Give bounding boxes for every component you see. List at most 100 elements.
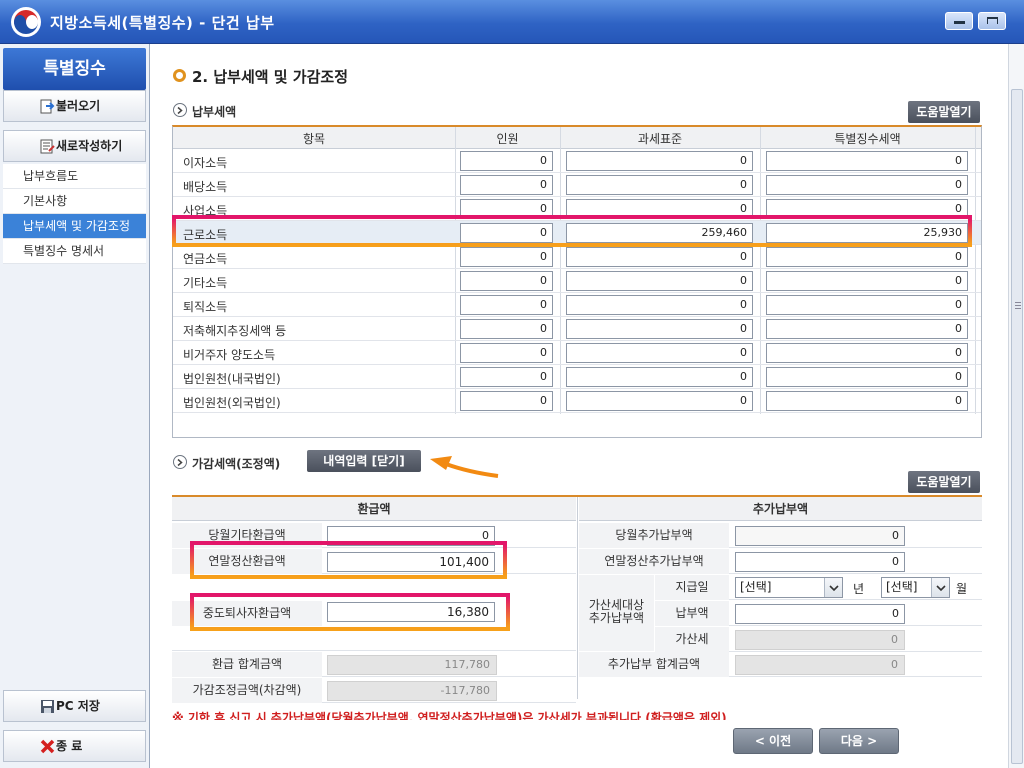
row-label: 저축해지추징세액 등 [183, 324, 287, 338]
maximize-icon [987, 17, 998, 24]
table-row: 법인원천(외국법인) 0 0 0 [173, 389, 981, 413]
base-input[interactable]: 0 [566, 295, 753, 315]
app-logo-icon [11, 7, 41, 37]
penalty-value: 0 [735, 630, 905, 650]
adjust-help-button[interactable]: 도움말열기 [908, 471, 980, 493]
exit-x-icon [40, 739, 55, 754]
col-item: 항목 [302, 132, 326, 146]
window-title: 지방소득세(특별징수) - 단건 납부 [50, 14, 275, 32]
maximize-button[interactable] [978, 12, 1006, 30]
people-input[interactable]: 0 [460, 151, 553, 171]
row-label: 배당소득 [183, 180, 228, 194]
tax-input[interactable]: 0 [766, 151, 968, 171]
tax-input[interactable]: 0 [766, 271, 968, 291]
month-unit: 월 [956, 582, 968, 596]
table-row: 저축해지추징세액 등000 [173, 317, 981, 341]
people-input[interactable]: 0 [460, 319, 553, 339]
chevron-down-icon [936, 585, 946, 592]
main-content: 2. 납부세액 및 가감조정 납부세액 도움말열기 항목 인원 과세표준 특별징… [150, 44, 1008, 720]
people-input[interactable]: 0 [460, 295, 553, 315]
table-row: 이자소득 0 0 0 [173, 149, 981, 173]
new-button-label: 새로작성하기 [56, 139, 123, 153]
tax-input[interactable]: 0 [766, 319, 968, 339]
refund-header: 환급액 [172, 497, 576, 521]
table-row: 배당소득 0 0 0 [173, 173, 981, 197]
people-input[interactable]: 0 [460, 247, 553, 267]
people-input[interactable]: 0 [460, 343, 553, 363]
tax-subtitle: 납부세액 [192, 105, 237, 119]
refund-total-value: 117,780 [327, 655, 497, 675]
monthly-add-input[interactable]: 0 [735, 526, 905, 546]
sidebar-item-statement[interactable]: 특별징수 명세서 [3, 239, 146, 264]
arrow-pointer-icon [430, 456, 499, 478]
row-label: 법인원천(내국법인) [183, 372, 281, 386]
add-total-label: 추가납부 합계금액 [579, 652, 729, 677]
base-input[interactable]: 0 [566, 175, 753, 195]
people-input[interactable]: 0 [460, 367, 553, 387]
tax-input[interactable]: 0 [766, 247, 968, 267]
bottom-bar: < 이전 다음 > [150, 720, 1008, 768]
tax-input[interactable]: 0 [766, 391, 968, 411]
month-select[interactable]: [선택] [881, 577, 950, 598]
due-date-label: 지급일 [655, 575, 729, 600]
row-label: 퇴직소득 [183, 300, 228, 314]
base-input[interactable]: 0 [566, 343, 753, 363]
load-icon [40, 99, 55, 114]
tax-input[interactable]: 0 [766, 175, 968, 195]
yearend-add-label: 연말정산추가납부액 [579, 549, 729, 574]
detail-input-button[interactable]: 내역입력 [닫기] [307, 450, 421, 472]
yearend-add-input[interactable]: 0 [735, 552, 905, 572]
section-bullet-icon [173, 69, 186, 82]
people-input[interactable]: 0 [460, 175, 553, 195]
row-label: 법인원천(외국법인) [183, 396, 281, 410]
base-input[interactable]: 0 [566, 391, 753, 411]
sidebar-item-basic[interactable]: 기본사항 [3, 189, 146, 214]
sidebar-menu: 납부흐름도 기본사항 납부세액 및 가감조정 특별징수 명세서 [3, 164, 146, 264]
next-button[interactable]: 다음 > [819, 728, 899, 754]
row-label: 비거주자 양도소득 [183, 348, 276, 362]
people-input[interactable]: 0 [460, 271, 553, 291]
tax-input[interactable]: 0 [766, 343, 968, 363]
table-row: 기타소득 0 0 0 [173, 269, 981, 293]
table-row: 연금소득 0 0 0 [173, 245, 981, 269]
vertical-scrollbar[interactable] [1008, 44, 1024, 768]
chevron-circle-icon [173, 455, 187, 469]
add-total-value: 0 [735, 655, 905, 675]
exit-label: 종 료 [56, 739, 83, 753]
tax-input[interactable]: 0 [766, 295, 968, 315]
sidebar-item-tax-adjust[interactable]: 납부세액 및 가감조정 [3, 214, 146, 239]
base-input[interactable]: 0 [566, 319, 753, 339]
penalty-label: 가산세 [655, 627, 729, 652]
pc-save-button[interactable]: PC 저장 [3, 690, 146, 722]
highlight-earned-income [172, 215, 972, 247]
new-button[interactable]: 새로작성하기 [3, 130, 146, 162]
pay-amount-input[interactable]: 0 [735, 604, 905, 624]
load-button-label: 불러오기 [56, 99, 101, 113]
sidebar-item-flow[interactable]: 납부흐름도 [3, 164, 146, 189]
pay-amount-label: 납부액 [655, 601, 729, 626]
base-input[interactable]: 0 [566, 247, 753, 267]
highlight-yearend-refund [190, 541, 507, 579]
table-row: 비거주자 양도소득 0 0 0 [173, 341, 981, 365]
sidebar: 특별징수 불러오기 새로작성하기 납부흐름도 기본사항 납부세액 및 가감조정 … [0, 44, 150, 768]
additional-header: 추가납부액 [579, 497, 982, 521]
people-input[interactable]: 0 [460, 391, 553, 411]
minimize-button[interactable] [945, 12, 973, 30]
base-input[interactable]: 0 [566, 367, 753, 387]
load-button[interactable]: 불러오기 [3, 90, 146, 122]
tax-table: 항목 인원 과세표준 특별징수세액 이자소득 0 0 0 배당소득 0 0 0 사업소득 0 0 0 근… [172, 125, 982, 438]
year-select[interactable]: [선택] [735, 577, 843, 598]
year-unit: 년 [853, 582, 865, 596]
exit-button[interactable]: 종 료 [3, 730, 146, 762]
tax-table-header: 항목 인원 과세표준 특별징수세액 [173, 127, 981, 149]
tax-help-button[interactable]: 도움말열기 [908, 101, 980, 123]
col-base: 과세표준 [637, 132, 683, 146]
base-input[interactable]: 0 [566, 271, 753, 291]
base-input[interactable]: 0 [566, 151, 753, 171]
prev-button[interactable]: < 이전 [733, 728, 813, 754]
scrollbar-thumb[interactable] [1011, 89, 1023, 764]
tax-input[interactable]: 0 [766, 367, 968, 387]
pc-save-label: PC 저장 [56, 699, 100, 713]
penalty-group-label: 가산세대상 추가납부액 [579, 575, 654, 651]
adjust-total-label: 가감조정금액(차감액) [172, 678, 322, 703]
